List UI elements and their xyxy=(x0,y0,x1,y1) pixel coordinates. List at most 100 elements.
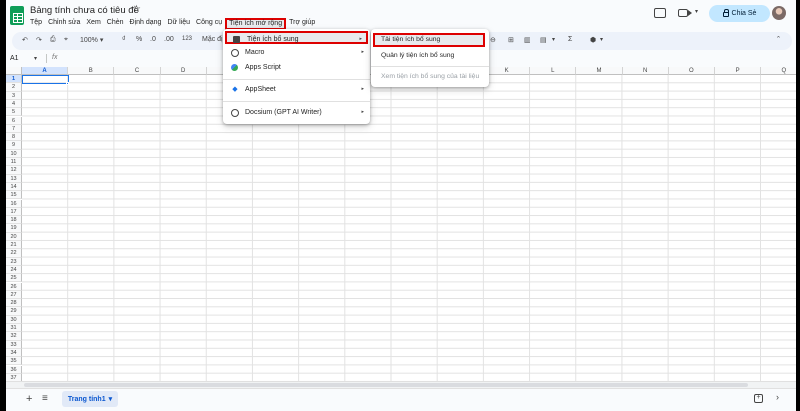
row-header[interactable]: 19 xyxy=(6,224,22,233)
currency-icon[interactable]: ₫ xyxy=(122,36,126,43)
row-header[interactable]: 10 xyxy=(6,149,22,158)
row-header[interactable]: 5 xyxy=(6,108,22,117)
row-header[interactable]: 16 xyxy=(6,199,22,208)
row-header[interactable]: 33 xyxy=(6,340,22,349)
menu-tools[interactable]: Công cụ xyxy=(193,18,225,30)
menu-item-apps-script[interactable]: Apps Script xyxy=(225,61,368,74)
menu-file[interactable]: Tệp xyxy=(27,18,45,30)
row-header[interactable]: 1 xyxy=(6,75,22,84)
row-header[interactable]: 36 xyxy=(6,365,22,374)
menu-view[interactable]: Xem xyxy=(83,18,103,30)
row-header[interactable]: 30 xyxy=(6,315,22,324)
row-header[interactable]: 7 xyxy=(6,124,22,134)
menu-item-appsheet[interactable]: ◆ AppSheet ▸ xyxy=(225,83,368,96)
column-header[interactable]: L xyxy=(530,67,577,75)
insert-comment-icon[interactable]: ⊞ xyxy=(508,36,514,44)
undo-icon[interactable]: ↶ xyxy=(22,36,28,44)
meet-caret-icon[interactable]: ▾ xyxy=(695,8,698,15)
row-header[interactable]: 23 xyxy=(6,257,22,266)
row-header[interactable]: 11 xyxy=(6,158,22,167)
column-header[interactable]: M xyxy=(576,67,623,75)
column-header[interactable]: O xyxy=(668,67,715,75)
row-header[interactable]: 22 xyxy=(6,249,22,258)
input-tools-icon[interactable]: ⬢ xyxy=(590,36,596,44)
number-format-icon[interactable]: 123 xyxy=(182,36,192,42)
insert-chart-icon[interactable]: ▥ xyxy=(524,36,531,44)
row-header[interactable]: 25 xyxy=(6,274,22,283)
fill-handle[interactable] xyxy=(66,82,69,85)
menu-item-docsium[interactable]: Docsium (GPT AI Writer) ▸ xyxy=(225,106,368,119)
row-header[interactable]: 27 xyxy=(6,290,22,300)
avatar[interactable] xyxy=(772,6,786,20)
column-header[interactable]: N xyxy=(622,67,669,75)
active-cell[interactable] xyxy=(22,75,69,84)
row-header[interactable]: 34 xyxy=(6,348,22,358)
name-box[interactable]: A1 xyxy=(10,55,19,62)
share-button[interactable]: Chia Sẻ xyxy=(709,5,770,22)
row-header[interactable]: 31 xyxy=(6,324,22,333)
sheet-tab[interactable]: Trang tính1 ▾ xyxy=(62,391,118,407)
menu-format[interactable]: Định dạng xyxy=(127,18,165,30)
column-header[interactable]: A xyxy=(22,67,69,75)
menu-data[interactable]: Dữ liệu xyxy=(164,18,193,30)
cell-area[interactable] xyxy=(22,75,796,381)
row-header[interactable]: 12 xyxy=(6,166,22,175)
star-icon[interactable]: ☆ xyxy=(132,4,141,15)
functions-icon[interactable]: Σ xyxy=(568,36,572,43)
filter-caret-icon[interactable]: ▾ xyxy=(552,36,555,43)
print-icon[interactable]: ⎙ xyxy=(50,36,56,44)
link-icon[interactable]: ⊖ xyxy=(490,36,496,44)
row-header[interactable]: 20 xyxy=(6,232,22,241)
redo-icon[interactable]: ↷ xyxy=(36,36,42,44)
filter-icon[interactable]: ▤ xyxy=(540,36,547,44)
row-header[interactable]: 4 xyxy=(6,99,22,109)
column-header[interactable]: D xyxy=(160,67,207,75)
row-header[interactable]: 37 xyxy=(6,373,22,381)
menu-item-get-add-ons[interactable]: Tải tiện ích bổ sung xyxy=(373,33,485,47)
row-header[interactable]: 32 xyxy=(6,332,22,341)
add-sheet-icon[interactable]: + xyxy=(26,393,32,405)
row-header[interactable]: 26 xyxy=(6,282,22,291)
column-header[interactable]: B xyxy=(68,67,115,75)
menu-item-add-ons[interactable]: Tiện ích bổ sung ▸ xyxy=(225,31,368,44)
row-header[interactable]: 13 xyxy=(6,174,22,183)
row-header[interactable]: 18 xyxy=(6,216,22,225)
sheets-logo-icon[interactable] xyxy=(10,6,24,25)
row-header[interactable]: 28 xyxy=(6,299,22,308)
menu-item-manage-add-ons[interactable]: Quản lý tiện ích bổ sung xyxy=(373,49,487,62)
row-header[interactable]: 17 xyxy=(6,207,22,217)
row-header[interactable]: 35 xyxy=(6,357,22,366)
input-tools-caret-icon[interactable]: ▾ xyxy=(600,36,603,43)
column-header[interactable]: P xyxy=(715,67,762,75)
row-header[interactable]: 8 xyxy=(6,133,22,142)
select-all-corner[interactable] xyxy=(6,67,22,75)
column-header[interactable]: Q xyxy=(761,67,796,75)
row-header[interactable]: 9 xyxy=(6,141,22,150)
row-header[interactable]: 2 xyxy=(6,83,22,92)
menu-edit[interactable]: Chỉnh sửa xyxy=(45,18,83,30)
column-header[interactable]: C xyxy=(114,67,161,75)
paint-format-icon[interactable]: ⌖ xyxy=(64,36,68,44)
row-header[interactable]: 15 xyxy=(6,191,22,200)
column-header[interactable]: K xyxy=(484,67,531,75)
decrease-decimal-icon[interactable]: .0 xyxy=(150,36,156,43)
menu-item-macro[interactable]: Macro ▸ xyxy=(225,46,368,59)
row-header[interactable]: 29 xyxy=(6,307,22,316)
meet-video-icon[interactable] xyxy=(678,9,692,17)
name-box-caret-icon[interactable]: ▾ xyxy=(34,55,37,62)
row-header[interactable]: 3 xyxy=(6,91,22,100)
row-header[interactable]: 24 xyxy=(6,265,22,275)
doc-title[interactable]: Bảng tính chưa có tiêu đề xyxy=(30,5,139,16)
horizontal-scrollbar[interactable] xyxy=(6,381,796,388)
explore-icon[interactable]: + xyxy=(754,394,763,403)
scrollbar-thumb[interactable] xyxy=(24,383,748,387)
row-header[interactable]: 6 xyxy=(6,116,22,125)
all-sheets-icon[interactable]: ≡ xyxy=(42,393,48,404)
side-panel-toggle-icon[interactable]: › xyxy=(776,392,779,402)
comment-history-icon[interactable] xyxy=(654,8,666,18)
zoom-select[interactable]: 100% ▾ xyxy=(80,36,103,44)
collapse-toolbar-icon[interactable]: ˆ xyxy=(777,35,780,45)
sheet-tab-caret-icon[interactable]: ▾ xyxy=(109,395,113,403)
row-header[interactable]: 21 xyxy=(6,241,22,250)
menu-insert[interactable]: Chèn xyxy=(104,18,127,30)
